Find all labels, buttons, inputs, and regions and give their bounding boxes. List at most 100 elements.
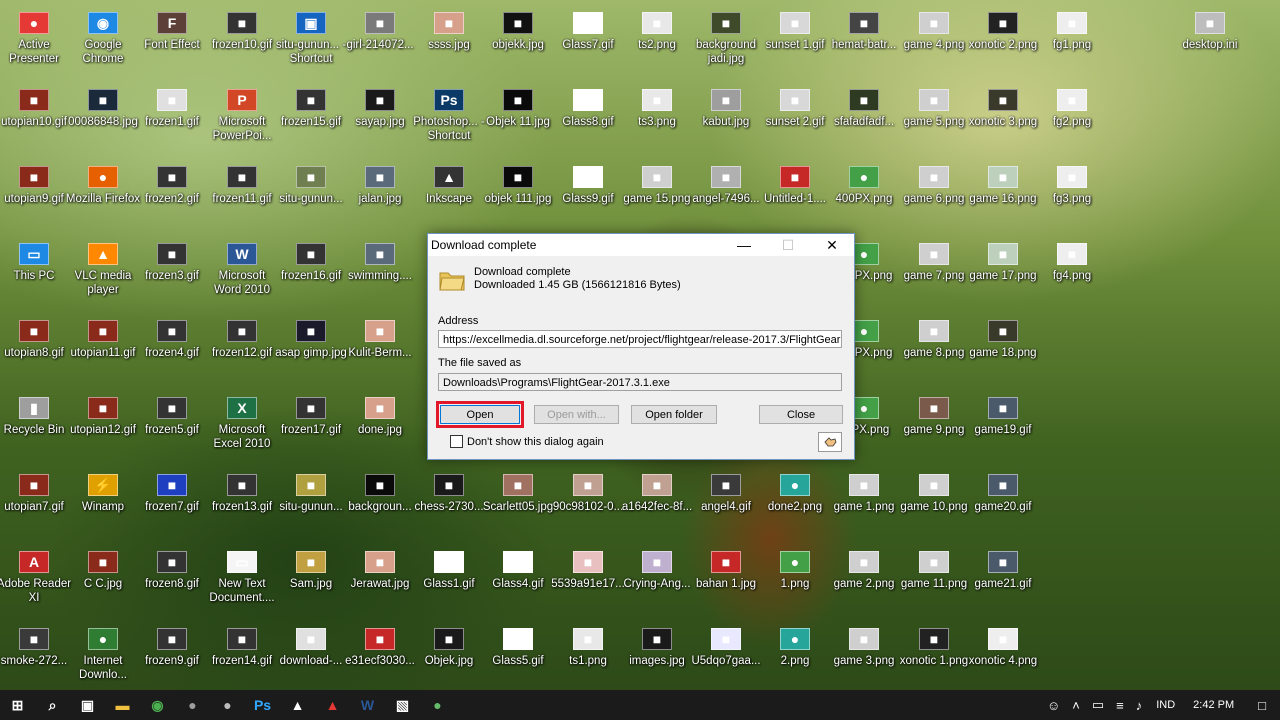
desktop-icon[interactable]: X Microsoft Excel 2010	[204, 385, 280, 461]
desktop-icon[interactable]: ■ Glass9.gif	[550, 154, 626, 230]
desktop-icon[interactable]: ■ game 1.png	[826, 462, 902, 538]
close-button[interactable]: Close	[759, 405, 843, 424]
desktop-icon[interactable]: ■ frozen4.gif	[134, 308, 210, 384]
desktop-icon[interactable]: Ps Photoshop... - Shortcut	[411, 77, 487, 153]
desktop-icon[interactable]: ■ chess-2730...	[411, 462, 487, 538]
desktop-icon[interactable]: ■ smoke-272...	[0, 616, 72, 690]
photoshop-button[interactable]: Ps	[245, 690, 280, 720]
desktop-icon[interactable]: ■ objekk.jpg	[480, 0, 556, 76]
desktop-icon[interactable]: ■ sayap.jpg	[342, 77, 418, 153]
desktop-icon[interactable]: ■ utopian7.gif	[0, 462, 72, 538]
desktop-icon[interactable]: ■ frozen7.gif	[134, 462, 210, 538]
internet-download-manager-button[interactable]: ●	[420, 690, 455, 720]
desktop-icon[interactable]: ■ frozen17.gif	[273, 385, 349, 461]
desktop-icon[interactable]: ■ xonotic 3.png	[965, 77, 1041, 153]
desktop-icon[interactable]: ■ xonotic 1.png	[896, 616, 972, 690]
desktop-icon[interactable]: ■ frozen2.gif	[134, 154, 210, 230]
desktop-icon[interactable]: ■ done.jpg	[342, 385, 418, 461]
desktop-icon[interactable]: ■ a1642fec-8f...	[619, 462, 695, 538]
chrome-button[interactable]: ◉	[140, 690, 175, 720]
desktop-icon[interactable]: ■ ssss.jpg	[411, 0, 487, 76]
show-hidden-icons-chevron-icon[interactable]: ˄	[1066, 698, 1086, 713]
desktop-icon[interactable]: ● 400PX.png	[826, 154, 902, 230]
desktop-icon[interactable]: ■ background jadi.jpg	[688, 0, 764, 76]
word-button[interactable]: W	[350, 690, 385, 720]
desktop-icon[interactable]: ■ backgroun...	[342, 462, 418, 538]
desktop-icon[interactable]: ■ game 18.png	[965, 308, 1041, 384]
desktop-icon[interactable]: ■ game 9.png	[896, 385, 972, 461]
desktop-icon[interactable]: ■ desktop.ini	[1172, 0, 1248, 76]
app-button-3[interactable]: ▲	[315, 690, 350, 720]
desktop-icon[interactable]: ■ 5539a91e17...	[550, 539, 626, 615]
desktop-icon[interactable]: ■ Glass4.gif	[480, 539, 556, 615]
desktop-icon[interactable]: ■ Untitled-1....	[757, 154, 833, 230]
desktop-icon[interactable]: ■ bahan 1.jpg	[688, 539, 764, 615]
desktop-icon[interactable]: ■ jalan.jpg	[342, 154, 418, 230]
desktop-icon[interactable]: ■ frozen11.gif	[204, 154, 280, 230]
desktop-icon[interactable]: ■ frozen8.gif	[134, 539, 210, 615]
app-button-1[interactable]: ●	[175, 690, 210, 720]
desktop-icon[interactable]: ■ utopian8.gif	[0, 308, 72, 384]
desktop-icon[interactable]: ■ C C.jpg	[65, 539, 141, 615]
desktop-icon[interactable]: ■ e31ecf3030...	[342, 616, 418, 690]
close-window-button[interactable]: ✕	[810, 234, 854, 256]
desktop-icon[interactable]: ■ frozen10.gif	[204, 0, 280, 76]
desktop-icon[interactable]: ■ swimming....	[342, 231, 418, 307]
desktop-icon[interactable]: ■ situ-gunun...	[273, 462, 349, 538]
dont-show-again-row[interactable]: Don't show this dialog again	[450, 435, 604, 448]
desktop-icon[interactable]: ■ angel4.gif	[688, 462, 764, 538]
desktop-icon[interactable]: ■ xonotic 2.png	[965, 0, 1041, 76]
desktop-icon[interactable]: ■ frozen12.gif	[204, 308, 280, 384]
desktop-icon[interactable]: ■ fg2.png	[1034, 77, 1110, 153]
desktop-icon[interactable]: ■ 00086848.jpg	[65, 77, 141, 153]
desktop-icon[interactable]: ■ utopian11.gif	[65, 308, 141, 384]
desktop-icon[interactable]: ■ utopian12.gif	[65, 385, 141, 461]
desktop-icon[interactable]: ■ game21.gif	[965, 539, 1041, 615]
desktop-icon[interactable]: W Microsoft Word 2010	[204, 231, 280, 307]
desktop-icon[interactable]: ■ frozen3.gif	[134, 231, 210, 307]
desktop-icon[interactable]: ■ images.jpg	[619, 616, 695, 690]
idm-settings-icon[interactable]	[818, 432, 842, 452]
desktop-icon[interactable]: ■ frozen1.gif	[134, 77, 210, 153]
desktop-icon[interactable]: ■ fg1.png	[1034, 0, 1110, 76]
desktop-icon[interactable]: ■ kabut.jpg	[688, 77, 764, 153]
desktop-icon[interactable]: ● done2.png	[757, 462, 833, 538]
desktop-icon[interactable]: ■ fg4.png	[1034, 231, 1110, 307]
desktop-icon[interactable]: ■ Jerawat.jpg	[342, 539, 418, 615]
battery-icon[interactable]: ▭	[1086, 697, 1110, 713]
file-explorer-button[interactable]: ▬	[105, 690, 140, 720]
desktop-icon[interactable]: ■ Objek.jpg	[411, 616, 487, 690]
desktop-icon[interactable]: ▭ New Text Document....	[204, 539, 280, 615]
desktop-icon[interactable]: ■ Kulit-Berm...	[342, 308, 418, 384]
desktop-icon[interactable]: ▣ situ-gunun... - Shortcut	[273, 0, 349, 76]
desktop-icon[interactable]: ■ hemat-batr...	[826, 0, 902, 76]
desktop-icon[interactable]: ■ game 11.png	[896, 539, 972, 615]
desktop-icon[interactable]: ■ angel-7496...	[688, 154, 764, 230]
desktop-icon[interactable]: ■ game 17.png	[965, 231, 1041, 307]
desktop-icon[interactable]: ■ xonotic 4.png	[965, 616, 1041, 690]
desktop-icon[interactable]: ■ game 15.png	[619, 154, 695, 230]
desktop-icon[interactable]: ■ game 5.png	[896, 77, 972, 153]
desktop-icon[interactable]: ■ Objek 11.jpg	[480, 77, 556, 153]
desktop-icon[interactable]: P Microsoft PowerPoi...	[204, 77, 280, 153]
desktop-icon[interactable]: ■ Crying-Ang...	[619, 539, 695, 615]
desktop-icon[interactable]: ■ game19.gif	[965, 385, 1041, 461]
desktop-icon[interactable]: ■ game 10.png	[896, 462, 972, 538]
minimize-button[interactable]: —	[722, 234, 766, 256]
desktop-icon[interactable]: ■ game 2.png	[826, 539, 902, 615]
desktop-icon[interactable]: F Font Effect	[134, 0, 210, 76]
desktop-icon[interactable]: ■ Glass1.gif	[411, 539, 487, 615]
desktop-icon[interactable]: ■ ts2.png	[619, 0, 695, 76]
desktop-icon[interactable]: ■ situ-gunun...	[273, 154, 349, 230]
desktop-icon[interactable]: ■ game 4.png	[896, 0, 972, 76]
desktop-icon[interactable]: ■ Glass5.gif	[480, 616, 556, 690]
desktop-icon[interactable]: ■ game20.gif	[965, 462, 1041, 538]
desktop-icon[interactable]: ● Active Presenter	[0, 0, 72, 76]
inkscape-button[interactable]: ▲	[280, 690, 315, 720]
start-button[interactable]: ⊞	[0, 690, 35, 720]
desktop-icon[interactable]: ■ frozen15.gif	[273, 77, 349, 153]
desktop-icon[interactable]: ■ frozen13.gif	[204, 462, 280, 538]
desktop-icon[interactable]: ◉ Google Chrome	[65, 0, 141, 76]
desktop-icon[interactable]: ■ download-...	[273, 616, 349, 690]
dialog-titlebar[interactable]: Download complete — ☐ ✕	[428, 234, 854, 256]
